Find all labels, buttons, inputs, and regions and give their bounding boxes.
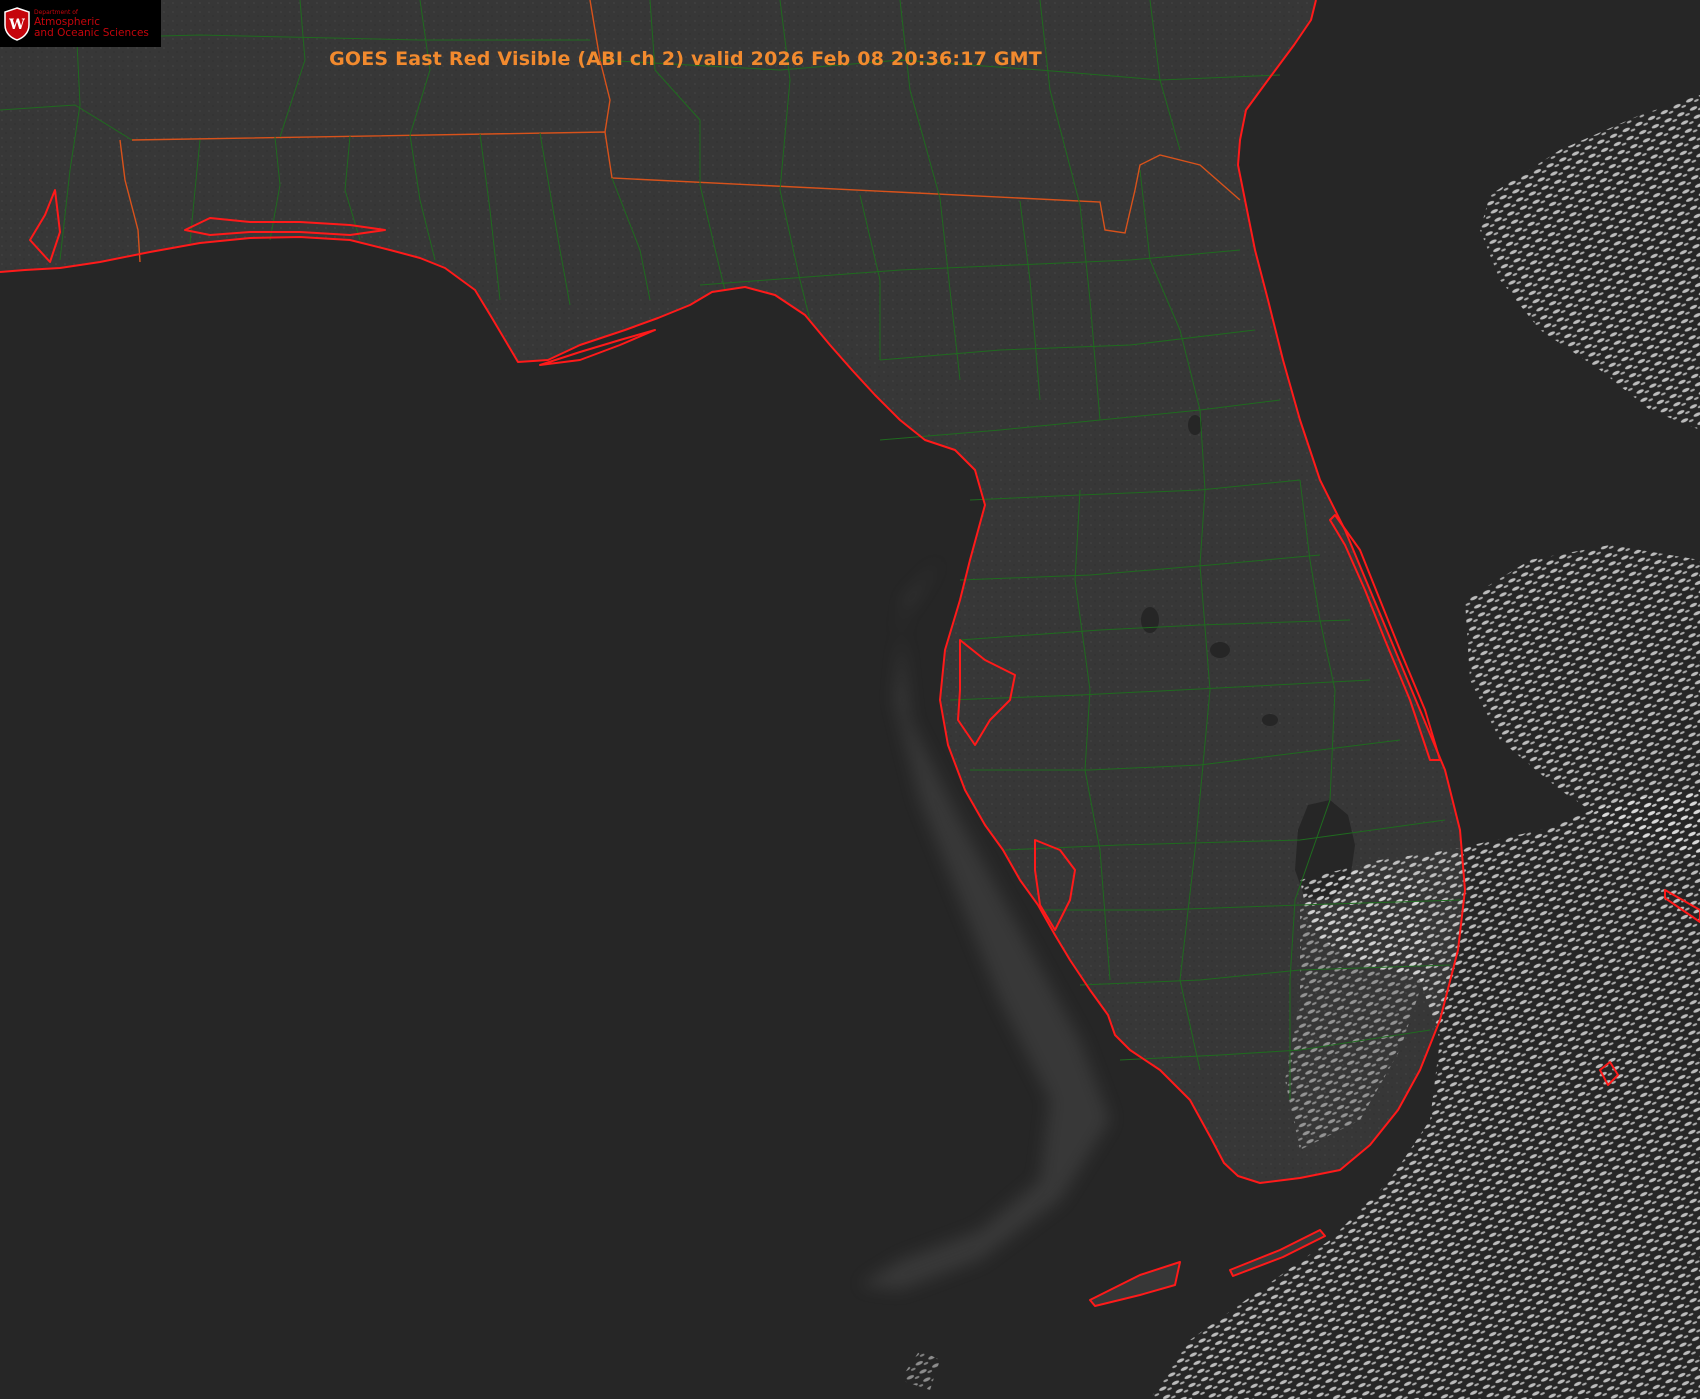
image-title: GOES East Red Visible (ABI ch 2) valid 2…: [329, 48, 1042, 70]
logo-shield-letter: W: [8, 17, 25, 33]
satellite-scene: W Department of Atmospheric and Oceanic …: [0, 0, 1700, 1399]
small-lake: [1141, 607, 1159, 633]
uw-crest-icon: W: [4, 6, 30, 41]
small-lake: [1210, 642, 1230, 658]
uw-aos-logo: W Department of Atmospheric and Oceanic …: [0, 0, 161, 47]
small-lake: [1188, 415, 1202, 435]
florida-map: [0, 0, 1700, 1399]
logo-text: Department of Atmospheric and Oceanic Sc…: [34, 9, 149, 39]
small-lake: [1262, 714, 1278, 726]
logo-line-1: Atmospheric: [34, 15, 101, 28]
logo-line-2: and Oceanic Sciences: [34, 26, 149, 39]
